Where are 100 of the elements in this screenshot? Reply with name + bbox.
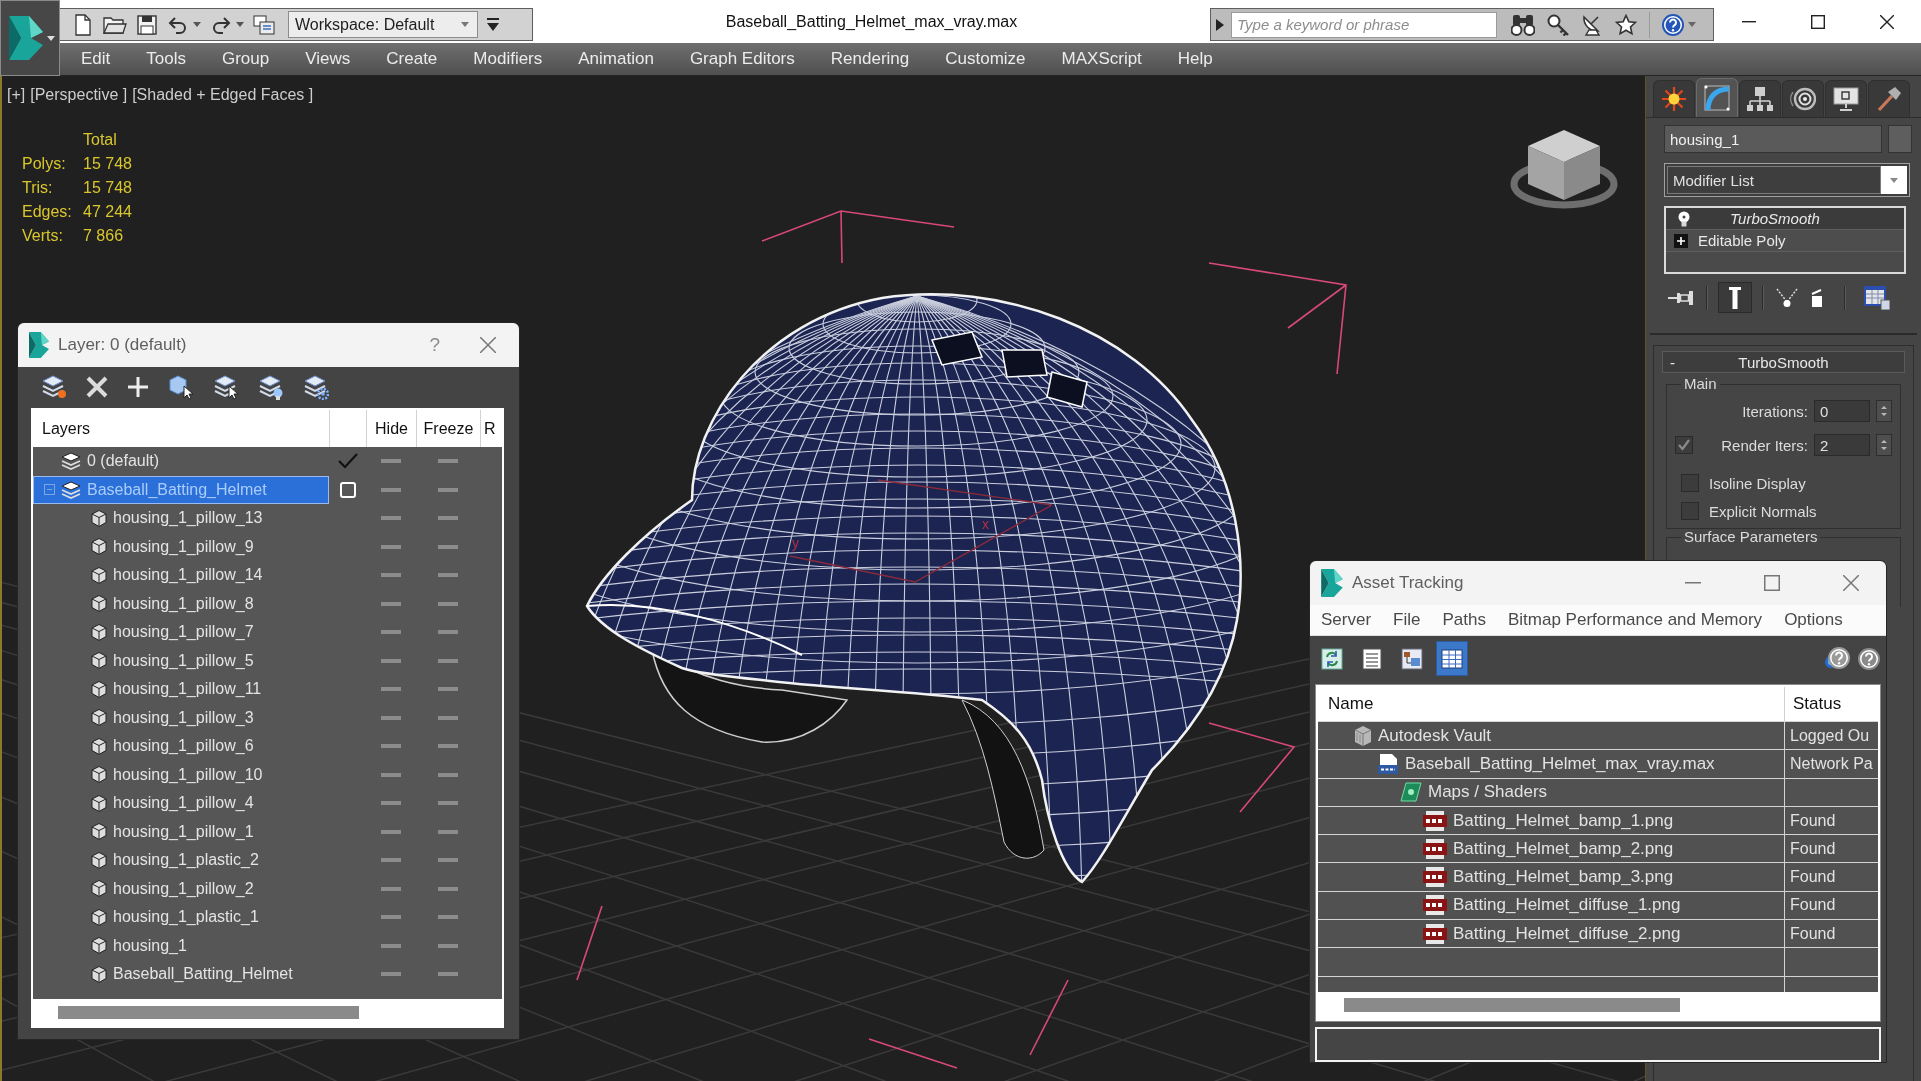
freeze-toggle[interactable]: [438, 771, 458, 778]
spinner-field[interactable]: 2: [1814, 434, 1870, 456]
hide-toggle[interactable]: [381, 743, 401, 750]
object-item[interactable]: housing_1_pillow_14: [33, 561, 329, 590]
key-icon[interactable]: [1547, 13, 1569, 36]
menu-item[interactable]: Create: [368, 49, 456, 69]
asset-row[interactable]: Batting_Helmet_diffuse_2.png Found: [1318, 919, 1878, 948]
hide-toggle[interactable]: [381, 914, 401, 921]
hide-toggle[interactable]: [381, 885, 401, 892]
app-menu-button[interactable]: [0, 0, 60, 76]
freeze-toggle[interactable]: [438, 600, 458, 607]
checkmark-icon[interactable]: [337, 453, 358, 470]
hide-toggle[interactable]: [381, 657, 401, 664]
column-header[interactable]: Layers: [33, 410, 329, 447]
object-name-field[interactable]: housing_1: [1664, 125, 1882, 153]
hide-toggle[interactable]: [381, 686, 401, 693]
viewport-label[interactable]: [Shaded + Edged Faces ]: [132, 85, 314, 105]
freeze-toggle[interactable]: [438, 657, 458, 664]
object-item[interactable]: housing_1: [33, 931, 329, 960]
object-item[interactable]: housing_1_pillow_5: [33, 646, 329, 675]
fork-icon[interactable]: [1776, 287, 1798, 308]
command-tab[interactable]: [1782, 80, 1824, 117]
play-arrow-icon[interactable]: [1215, 17, 1225, 32]
hide-toggle[interactable]: [381, 543, 401, 550]
asset-row[interactable]: Batting_Helmet_bamp_2.png Found: [1318, 834, 1878, 863]
freeze-toggle[interactable]: [438, 885, 458, 892]
menu-item[interactable]: MAXScript: [1043, 49, 1160, 69]
help-icon[interactable]: [1858, 647, 1880, 670]
menu-item[interactable]: Bitmap Performance and Memory: [1507, 610, 1763, 630]
horizontal-scrollbar[interactable]: [58, 1005, 359, 1019]
hide-toggle[interactable]: [381, 629, 401, 636]
help-globe-icon[interactable]: [1824, 646, 1850, 671]
command-tab[interactable]: [1653, 80, 1695, 117]
menu-item[interactable]: Animation: [560, 49, 672, 69]
object-item[interactable]: housing_1_pillow_9: [33, 532, 329, 561]
show-end-result-button[interactable]: [1718, 282, 1752, 313]
cube-cursor-icon[interactable]: [168, 374, 194, 400]
hide-toggle[interactable]: [381, 771, 401, 778]
rollout-header[interactable]: - TurboSmooth: [1662, 351, 1905, 373]
delete-icon[interactable]: [86, 376, 108, 398]
viewport-label[interactable]: [+]: [7, 85, 26, 105]
object-item[interactable]: housing_1_plastic_2: [33, 846, 329, 875]
help-button[interactable]: ?: [421, 334, 448, 356]
menu-item[interactable]: Views: [287, 49, 369, 69]
menu-item[interactable]: Rendering: [812, 49, 928, 69]
new-layer-icon[interactable]: [41, 374, 67, 400]
star-icon[interactable]: [1615, 13, 1637, 36]
horizontal-scrollbar[interactable]: [1344, 998, 1680, 1013]
viewport-label[interactable]: [Perspective ]: [30, 85, 128, 105]
new-file-icon[interactable]: [72, 13, 94, 36]
menu-item[interactable]: Tools: [128, 49, 204, 69]
hide-toggle[interactable]: [381, 486, 401, 493]
asset-row[interactable]: Batting_Helmet_diffuse_1.png Found: [1318, 890, 1878, 920]
object-item[interactable]: housing_1_pillow_6: [33, 732, 329, 761]
modifier-list-dropdown[interactable]: Modifier List: [1664, 163, 1910, 197]
binoculars-icon[interactable]: [1511, 13, 1535, 36]
object-item[interactable]: housing_1_pillow_8: [33, 589, 329, 618]
layer-gear-icon[interactable]: [303, 374, 329, 400]
asset-row[interactable]: Batting_Helmet_bamp_3.png Found: [1318, 862, 1878, 891]
help-icon[interactable]: [1662, 13, 1684, 36]
layer-item[interactable]: 0 (default): [33, 447, 329, 476]
object-item[interactable]: housing_1_pillow_10: [33, 760, 329, 789]
object-item[interactable]: housing_1_plastic_1: [33, 903, 329, 932]
asset-row[interactable]: Baseball_Batting_Helmet_max_vray.max Network Pa: [1318, 749, 1878, 778]
freeze-toggle[interactable]: [438, 486, 458, 493]
column-header[interactable]: Name: [1318, 687, 1784, 721]
freeze-toggle[interactable]: [438, 572, 458, 579]
hide-toggle[interactable]: [381, 600, 401, 607]
view-cube[interactable]: [1510, 130, 1618, 209]
freeze-toggle[interactable]: [438, 828, 458, 835]
pin-icon[interactable]: [1668, 289, 1694, 306]
dropdown-caret-icon[interactable]: [487, 17, 499, 32]
command-tab[interactable]: [1825, 80, 1867, 117]
workspace-dropdown[interactable]: Workspace: Default: [288, 11, 478, 38]
freeze-toggle[interactable]: [438, 800, 458, 807]
status-field[interactable]: [1315, 1026, 1881, 1062]
minus-box-icon[interactable]: [44, 484, 55, 496]
layer-item[interactable]: Baseball_Batting_Helmet: [33, 475, 329, 504]
object-item[interactable]: housing_1_pillow_2: [33, 874, 329, 903]
asset-row[interactable]: Autodesk Vault Logged Ou: [1318, 721, 1878, 750]
checkbox[interactable]: [1681, 502, 1699, 520]
save-icon[interactable]: [136, 13, 158, 36]
asset-row[interactable]: Batting_Helmet_bamp_1.png Found: [1318, 805, 1878, 835]
layer-bulb-icon[interactable]: [258, 374, 284, 400]
object-item[interactable]: housing_1_pillow_1: [33, 817, 329, 846]
freeze-toggle[interactable]: [438, 971, 458, 978]
menu-item[interactable]: Help: [1159, 49, 1231, 69]
hide-toggle[interactable]: [381, 458, 401, 465]
object-item[interactable]: Baseball_Batting_Helmet: [33, 960, 329, 989]
column-header[interactable]: Status: [1784, 687, 1878, 721]
asset-row[interactable]: Maps / Shaders: [1318, 777, 1878, 806]
object-item[interactable]: housing_1_pillow_11: [33, 675, 329, 704]
freeze-toggle[interactable]: [438, 942, 458, 949]
search-field[interactable]: Type a keyword or phrase: [1231, 11, 1497, 38]
menu-item[interactable]: Paths: [1442, 610, 1486, 630]
hide-toggle[interactable]: [381, 971, 401, 978]
freeze-toggle[interactable]: [438, 458, 458, 465]
freeze-toggle[interactable]: [438, 714, 458, 721]
spinner-arrows-icon[interactable]: [1876, 434, 1892, 456]
menu-item[interactable]: Server: [1321, 610, 1372, 630]
